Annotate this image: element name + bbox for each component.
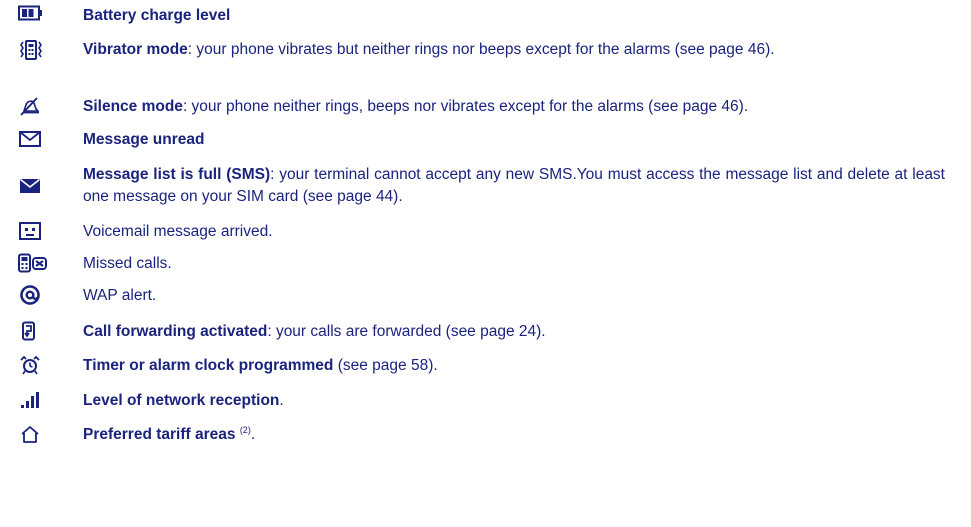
item-text: Message list is full (SMS): your termina…: [83, 164, 945, 208]
footnote-reference: (2): [239, 424, 251, 435]
battery-icon: [18, 5, 44, 27]
item-title: Preferred tariff areas: [83, 426, 236, 443]
item-text: WAP alert.: [83, 285, 945, 307]
call-forwarding-icon: [18, 321, 44, 343]
item-description: : your phone neither rings, beeps nor vi…: [182, 98, 749, 115]
item-text: Preferred tariff areas (2).: [83, 424, 945, 446]
item-description: (see page 58).: [333, 357, 438, 374]
item-text: Missed calls.: [83, 253, 945, 275]
voicemail-icon: [18, 221, 44, 243]
item-text: Level of network reception.: [83, 390, 945, 412]
item-text: Battery charge level: [83, 5, 945, 27]
vibrator-icon: [18, 39, 44, 61]
home-icon: [18, 424, 44, 446]
item-title: Call forwarding activated: [83, 323, 268, 340]
item-description: Missed calls.: [83, 255, 172, 272]
item-title: Message unread: [83, 131, 205, 148]
item-text: Voicemail message arrived.: [83, 221, 945, 243]
item-text: Call forwarding activated: your calls ar…: [83, 321, 945, 343]
status-icon-list: Battery charge level Vibrator mode: your…: [0, 0, 971, 527]
item-text: Timer or alarm clock programmed (see pag…: [83, 355, 945, 377]
item-title: Level of network reception: [83, 392, 280, 409]
item-title: Message list is full (SMS): [83, 166, 271, 183]
silence-bell-icon: [18, 96, 44, 118]
alarm-clock-icon: [18, 355, 44, 377]
item-text: Vibrator mode: your phone vibrates but n…: [83, 39, 945, 61]
item-description: .: [250, 426, 256, 443]
item-description: : your phone vibrates but neither rings …: [187, 41, 775, 58]
item-description: : your calls are forwarded (see page 24)…: [267, 323, 546, 340]
envelope-outline-icon: [18, 129, 44, 151]
envelope-filled-icon: [18, 176, 44, 198]
item-text: Silence mode: your phone neither rings, …: [83, 96, 945, 118]
item-description: Voicemail message arrived.: [83, 223, 273, 240]
at-sign-icon: [18, 285, 44, 307]
signal-bars-icon: [18, 390, 44, 412]
item-title: Silence mode: [83, 98, 183, 115]
item-text: Message unread: [83, 129, 945, 151]
missed-calls-icon: [18, 253, 48, 275]
item-title: Timer or alarm clock programmed: [83, 357, 334, 374]
item-description: .: [279, 392, 284, 409]
item-title: Battery charge level: [83, 7, 231, 24]
item-title: Vibrator mode: [83, 41, 188, 58]
item-description: WAP alert.: [83, 287, 157, 304]
